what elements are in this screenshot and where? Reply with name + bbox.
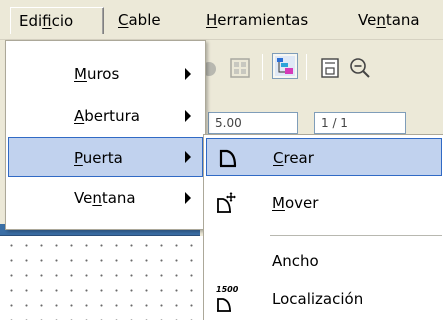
door-location-icon-text: 1500: [216, 285, 239, 294]
toolbar-separator: [306, 54, 307, 80]
submenu-item-ancho[interactable]: Ancho: [206, 242, 442, 280]
submenu-separator: [270, 235, 442, 236]
submenu-arrow-icon: [185, 151, 191, 163]
zoom-out-icon[interactable]: [346, 54, 372, 80]
menu-item-ventana-label: Ventana: [74, 189, 136, 207]
menu-item-puerta[interactable]: Puerta: [8, 137, 203, 177]
menu-edificio-label-post: icio: [51, 12, 74, 30]
submenu-item-mover[interactable]: Mover: [206, 184, 442, 222]
menu-edificio-label-pre: Edi: [19, 12, 43, 30]
submenu-item-ancho-label: Ancho: [272, 252, 319, 270]
menu-cable-mnemonic: C: [118, 11, 129, 29]
menu-item-abertura[interactable]: Abertura: [8, 96, 203, 136]
edificio-menu: Muros Abertura Puerta Ventana: [5, 40, 206, 230]
menu-cable[interactable]: Cable: [118, 7, 161, 34]
menu-item-muros-label: Muros: [74, 65, 120, 83]
menu-bar: Edificio Cable Herramientas Ventana: [0, 0, 443, 40]
door-create-icon: [215, 145, 241, 171]
save-icon[interactable]: [316, 54, 342, 80]
submenu-item-mover-label: Mover: [272, 194, 319, 212]
menu-ventana[interactable]: Ventana: [358, 7, 420, 34]
submenu-item-localizacion[interactable]: 1500 Localización: [206, 280, 442, 318]
grid-view-icon[interactable]: [226, 54, 252, 80]
layers-toggle-icon[interactable]: [272, 53, 298, 79]
submenu-item-localizacion-label: Localización: [272, 290, 364, 308]
puerta-submenu: Crear Mover Ancho 1500 Localización: [203, 134, 443, 320]
menu-ventana-mnemonic: n: [376, 11, 386, 29]
menu-item-abertura-label: Abertura: [74, 107, 140, 125]
menu-ventana-label-post: tana: [385, 11, 420, 29]
page-field[interactable]: 1 / 1: [314, 112, 406, 134]
menu-herramientas-label-post: erramientas: [217, 11, 309, 29]
menu-item-muros[interactable]: Muros: [8, 54, 203, 94]
menu-herramientas-mnemonic: H: [206, 11, 218, 29]
menu-item-puerta-label: Puerta: [74, 149, 123, 167]
submenu-arrow-icon: [185, 68, 191, 80]
submenu-arrow-icon: [185, 110, 191, 122]
toolbar-separator: [262, 54, 263, 80]
door-location-icon: 1500: [214, 282, 240, 312]
menu-cable-label-post: able: [128, 11, 161, 29]
menu-edificio-mnemonic: f: [42, 12, 52, 30]
menu-edificio[interactable]: Edificio: [10, 7, 104, 34]
scale-field[interactable]: 5.00: [208, 112, 298, 134]
submenu-item-crear[interactable]: Crear: [206, 138, 442, 176]
submenu-arrow-icon: [185, 192, 191, 204]
submenu-item-crear-label: Crear: [273, 149, 314, 167]
menu-herramientas[interactable]: Herramientas: [206, 7, 308, 34]
menu-item-ventana[interactable]: Ventana: [8, 178, 203, 218]
menu-ventana-label-pre: Ve: [358, 11, 377, 29]
door-move-icon: [214, 190, 240, 216]
